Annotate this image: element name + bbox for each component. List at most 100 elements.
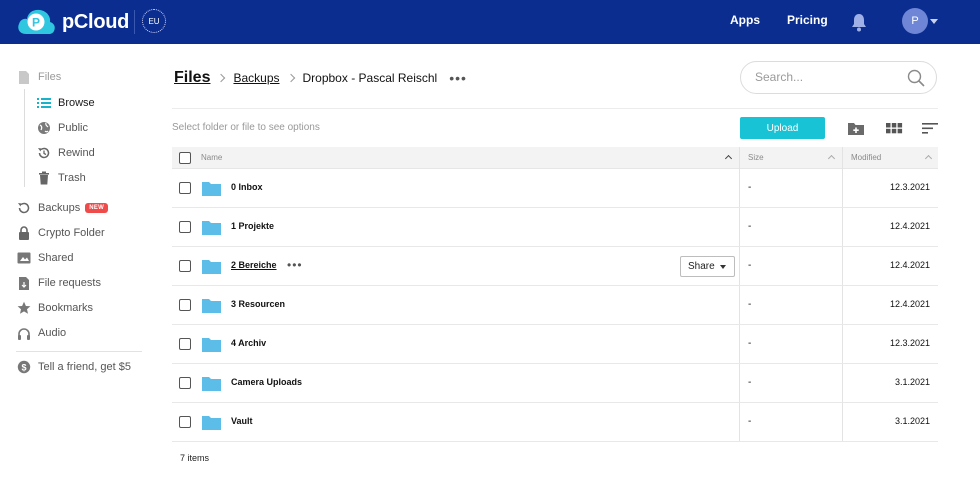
file-size: - bbox=[748, 221, 752, 232]
svg-text:P: P bbox=[32, 16, 40, 30]
table-row[interactable]: 0 Inbox - 12.3.2021 bbox=[172, 169, 938, 208]
folder-icon bbox=[202, 338, 221, 352]
new-folder-icon[interactable] bbox=[847, 120, 865, 136]
more-options-icon[interactable]: ••• bbox=[287, 258, 303, 272]
sidebar-item-label: Bookmarks bbox=[38, 302, 94, 314]
row-checkbox[interactable] bbox=[179, 416, 191, 428]
nav-pricing[interactable]: Pricing bbox=[787, 13, 828, 27]
folder-icon bbox=[202, 260, 221, 274]
sort-icon[interactable] bbox=[827, 154, 836, 163]
sidebar-item-audio[interactable]: Audio bbox=[16, 323, 66, 343]
sidebar-item-public[interactable]: Public bbox=[36, 118, 88, 138]
sidebar-item-shared[interactable]: Shared bbox=[16, 248, 73, 268]
sidebar-item-label: Shared bbox=[38, 252, 74, 264]
table-row[interactable]: 2 Bereiche ••• Share - 12.4.2021 bbox=[172, 247, 938, 286]
select-all-checkbox[interactable] bbox=[179, 152, 191, 164]
folder-icon bbox=[202, 182, 221, 196]
sidebar-divider bbox=[16, 351, 142, 352]
table-row[interactable]: 1 Projekte - 12.4.2021 bbox=[172, 208, 938, 247]
search-box[interactable] bbox=[740, 61, 937, 94]
row-checkbox[interactable] bbox=[179, 338, 191, 350]
upload-button[interactable]: Upload bbox=[740, 117, 825, 139]
breadcrumb-files[interactable]: Files bbox=[174, 69, 210, 87]
sidebar-item-tell-a-friend[interactable]: $ Tell a friend, get $5 bbox=[16, 357, 131, 377]
chevron-right-icon bbox=[286, 73, 295, 83]
sidebar-item-backups[interactable]: Backups NEW bbox=[16, 198, 109, 218]
file-modified: 12.4.2021 bbox=[889, 221, 930, 231]
file-modified: 12.3.2021 bbox=[889, 182, 930, 192]
file-name[interactable]: 0 Inbox bbox=[231, 182, 263, 192]
row-checkbox[interactable] bbox=[179, 377, 191, 389]
sidebar-item-rewind[interactable]: Rewind bbox=[36, 143, 95, 163]
nav-apps[interactable]: Apps bbox=[730, 13, 760, 27]
folder-icon bbox=[202, 299, 221, 313]
row-checkbox[interactable] bbox=[179, 221, 191, 233]
headphones-icon bbox=[16, 325, 32, 341]
sidebar-item-label: File requests bbox=[38, 277, 101, 289]
globe-icon bbox=[36, 120, 52, 136]
file-name[interactable]: Camera Uploads bbox=[231, 377, 302, 387]
file-modified: 3.1.2021 bbox=[894, 377, 930, 387]
sort-icon[interactable] bbox=[921, 120, 939, 136]
brand-name: pCloud bbox=[62, 10, 130, 33]
selection-hint: Select folder or file to see options bbox=[172, 122, 320, 133]
sidebar-item-label: Tell a friend, get $5 bbox=[38, 361, 131, 373]
file-name[interactable]: 3 Resourcen bbox=[231, 299, 285, 309]
file-modified: 12.4.2021 bbox=[889, 299, 930, 309]
row-checkbox[interactable] bbox=[179, 299, 191, 311]
item-count: 7 items bbox=[180, 453, 210, 463]
file-request-icon bbox=[16, 275, 32, 291]
backup-icon bbox=[16, 200, 32, 216]
table-header: Name Size Modified bbox=[172, 147, 938, 169]
avatar[interactable]: P bbox=[902, 8, 928, 34]
sidebar-item-label: Public bbox=[58, 122, 88, 134]
chevron-down-icon[interactable] bbox=[930, 19, 938, 24]
top-bar: P pCloud EU Apps Pricing P bbox=[0, 0, 980, 44]
file-name[interactable]: Vault bbox=[231, 416, 253, 426]
header-divider bbox=[172, 108, 938, 109]
table-row[interactable]: Vault - 3.1.2021 bbox=[172, 403, 938, 442]
row-checkbox[interactable] bbox=[179, 260, 191, 272]
file-name[interactable]: 1 Projekte bbox=[231, 221, 274, 231]
sidebar-item-file-requests[interactable]: File requests bbox=[16, 273, 101, 293]
chevron-down-icon bbox=[720, 265, 726, 269]
sidebar-item-label: Backups bbox=[38, 202, 81, 214]
share-button[interactable]: Share bbox=[680, 256, 735, 277]
column-modified[interactable]: Modified bbox=[851, 153, 881, 162]
file-name[interactable]: 2 Bereiche bbox=[231, 260, 277, 270]
grid-view-icon[interactable] bbox=[885, 120, 903, 136]
row-checkbox[interactable] bbox=[179, 182, 191, 194]
column-size[interactable]: Size bbox=[748, 153, 764, 162]
sidebar-item-browse[interactable]: Browse bbox=[36, 93, 95, 113]
sort-icon[interactable] bbox=[924, 154, 933, 163]
lock-icon bbox=[16, 225, 32, 241]
sidebar-item-bookmarks[interactable]: Bookmarks bbox=[16, 298, 93, 318]
trash-icon bbox=[36, 170, 52, 186]
table-row[interactable]: 3 Resourcen - 12.4.2021 bbox=[172, 286, 938, 325]
file-size: - bbox=[748, 260, 752, 271]
sidebar-item-files[interactable]: Files bbox=[16, 67, 61, 87]
column-name[interactable]: Name bbox=[201, 153, 222, 162]
more-options-icon[interactable]: ••• bbox=[449, 70, 467, 86]
table-row[interactable]: Camera Uploads - 3.1.2021 bbox=[172, 364, 938, 403]
file-size: - bbox=[748, 182, 752, 193]
svg-text:$: $ bbox=[21, 363, 26, 373]
table-row[interactable]: 4 Archiv - 12.3.2021 bbox=[172, 325, 938, 364]
breadcrumb-backups[interactable]: Backups bbox=[233, 71, 279, 85]
sidebar-item-trash[interactable]: Trash bbox=[36, 168, 86, 188]
file-modified: 3.1.2021 bbox=[894, 416, 930, 426]
bell-icon[interactable] bbox=[850, 12, 868, 32]
search-input[interactable] bbox=[755, 70, 895, 84]
sort-asc-icon[interactable] bbox=[724, 154, 733, 163]
sidebar-item-label: Rewind bbox=[58, 147, 95, 159]
star-icon bbox=[16, 300, 32, 316]
file-name[interactable]: 4 Archiv bbox=[231, 338, 266, 348]
pcloud-logo[interactable]: P pCloud bbox=[16, 6, 129, 38]
file-icon bbox=[16, 69, 32, 85]
sidebar-item-label: Browse bbox=[58, 97, 95, 109]
folder-icon bbox=[202, 377, 221, 391]
sidebar-item-crypto-folder[interactable]: Crypto Folder bbox=[16, 223, 105, 243]
folder-icon bbox=[202, 221, 221, 235]
file-modified: 12.3.2021 bbox=[889, 338, 930, 348]
search-icon[interactable] bbox=[907, 69, 925, 87]
